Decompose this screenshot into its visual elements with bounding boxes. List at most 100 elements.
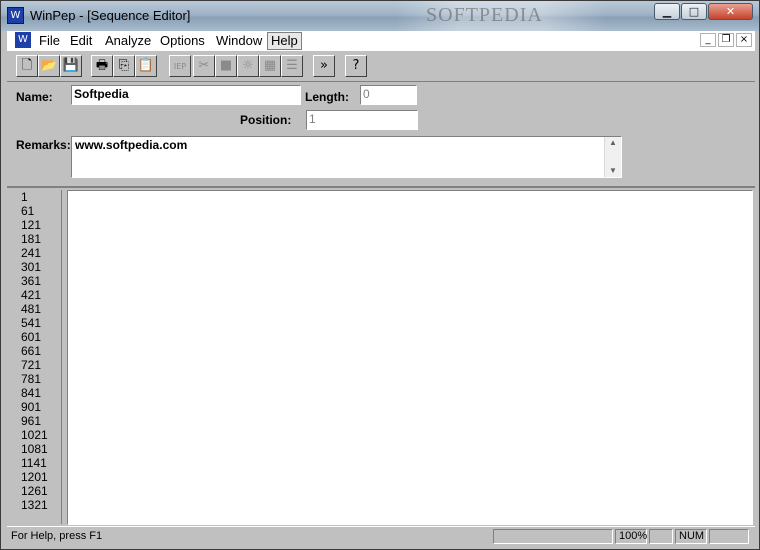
sun-icon: ☼ xyxy=(242,58,254,73)
line-number: 421 xyxy=(21,288,42,302)
status-zoom: 100% xyxy=(615,529,647,544)
grid-icon: ▦ xyxy=(263,58,277,73)
new-button[interactable]: 🗋 xyxy=(16,55,38,77)
document-icon[interactable]: W xyxy=(15,32,31,48)
remarks-text: www.softpedia.com xyxy=(75,138,188,152)
toolbar: 🗋 📂 💾 🖶 ⎘ 📋 IEP ✂ ■ ☼ ▦ ☰ »? xyxy=(7,52,755,82)
line-number: 361 xyxy=(21,274,42,288)
cut-button[interactable]: ✂ xyxy=(193,55,215,77)
menu-help[interactable]: Help xyxy=(267,32,302,50)
remarks-label: Remarks: xyxy=(16,138,71,152)
line-number: 841 xyxy=(21,386,42,400)
minimize-button[interactable]: ▁ xyxy=(654,3,680,20)
line-number: 1321 xyxy=(21,498,48,512)
status-pane-blank-2 xyxy=(649,529,673,544)
print-icon: 🖶 xyxy=(95,58,109,73)
grid-button[interactable]: ▦ xyxy=(259,55,281,77)
menu-edit[interactable]: Edit xyxy=(67,33,95,49)
iep-button[interactable]: IEP xyxy=(169,55,191,77)
status-pane-blank xyxy=(493,529,613,544)
menu-window[interactable]: Window xyxy=(213,33,265,49)
print-button[interactable]: 🖶 xyxy=(91,55,113,77)
title-bar[interactable]: SOFTPEDIA W WinPep - [Sequence Editor] ▁… xyxy=(1,1,759,31)
paste-icon: 📋 xyxy=(137,58,155,73)
save-button[interactable]: 💾 xyxy=(60,55,82,77)
line-number: 301 xyxy=(21,260,42,274)
menu-options[interactable]: Options xyxy=(157,33,208,49)
line-number: 541 xyxy=(21,316,42,330)
close-button[interactable]: ✕ xyxy=(708,3,753,20)
help-icon: ? xyxy=(352,58,360,73)
window-title: WinPep - [Sequence Editor] xyxy=(30,8,191,23)
help-button[interactable]: ? xyxy=(345,55,367,77)
copy-button[interactable]: ⎘ xyxy=(113,55,135,77)
close-icon: × xyxy=(739,34,749,45)
line-number: 781 xyxy=(21,372,42,386)
sun-button[interactable]: ☼ xyxy=(237,55,259,77)
minimize-icon: _ xyxy=(705,34,711,45)
line-number-column: 1 61 121 181 241 301 361 421 481 541 601 661 721 781 8… xyxy=(9,190,62,524)
scroll-down-icon[interactable]: ▼ xyxy=(605,165,621,177)
list-button[interactable]: ☰ xyxy=(281,55,303,77)
line-number: 1 xyxy=(21,190,28,204)
close-icon: ✕ xyxy=(725,5,736,18)
name-label: Name: xyxy=(16,90,53,104)
minimize-icon: ▁ xyxy=(662,5,672,18)
scroll-up-icon[interactable]: ▲ xyxy=(605,137,621,149)
maximize-icon: □ xyxy=(688,5,700,18)
doc-close-button[interactable]: × xyxy=(736,33,752,47)
line-number: 661 xyxy=(21,344,42,358)
remarks-field[interactable]: www.softpedia.com ▲ ▼ xyxy=(71,136,622,178)
position-label: Position: xyxy=(240,113,292,127)
name-field[interactable]: Softpedia xyxy=(71,85,301,105)
app-icon[interactable]: W xyxy=(7,7,24,24)
block-button[interactable]: ■ xyxy=(215,55,237,77)
copy-icon: ⎘ xyxy=(118,58,130,73)
menu-analyze[interactable]: Analyze xyxy=(102,33,154,49)
forward-icon: » xyxy=(320,58,328,73)
menu-bar: W File Edit Analyze Options Window Help … xyxy=(7,31,755,52)
block-icon: ■ xyxy=(219,58,233,73)
line-number: 1141 xyxy=(21,456,47,470)
status-bar: For Help, press F1 100% NUM xyxy=(7,526,755,546)
doc-restore-button[interactable]: ❐ xyxy=(718,33,734,47)
line-number: 121 xyxy=(21,218,42,232)
forward-button[interactable]: » xyxy=(313,55,335,77)
remarks-scrollbar[interactable]: ▲ ▼ xyxy=(604,137,621,177)
line-number: 601 xyxy=(21,330,42,344)
line-number: 1081 xyxy=(21,442,48,456)
sequence-text-area[interactable] xyxy=(67,190,753,525)
line-number: 181 xyxy=(21,232,42,246)
doc-minimize-button[interactable]: _ xyxy=(700,33,716,47)
new-icon: 🗋 xyxy=(21,58,33,73)
line-number: 481 xyxy=(21,302,42,316)
restore-icon: ❐ xyxy=(721,34,731,45)
paste-button[interactable]: 📋 xyxy=(135,55,157,77)
caption-buttons: ▁ □ ✕ xyxy=(653,3,753,21)
cut-icon: ✂ xyxy=(198,58,210,73)
line-number: 901 xyxy=(21,400,42,414)
menu-file[interactable]: File xyxy=(36,33,63,49)
status-pane-blank-3 xyxy=(709,529,749,544)
list-icon: ☰ xyxy=(286,58,298,73)
sequence-editor: 1 61 121 181 241 301 361 421 481 541 601 661 721 781 8… xyxy=(7,186,755,527)
iep-icon: IEP xyxy=(173,62,187,71)
open-button[interactable]: 📂 xyxy=(38,55,60,77)
status-num: NUM xyxy=(675,529,707,544)
line-number: 1021 xyxy=(21,428,48,442)
main-window: SOFTPEDIA W WinPep - [Sequence Editor] ▁… xyxy=(0,0,760,550)
length-label: Length: xyxy=(305,90,349,104)
maximize-button[interactable]: □ xyxy=(681,3,707,20)
length-field: 0 xyxy=(360,85,417,105)
position-field[interactable]: 1 xyxy=(306,110,418,130)
status-help-text: For Help, press F1 xyxy=(11,530,103,542)
line-number: 1201 xyxy=(21,470,48,484)
line-number: 721 xyxy=(21,358,42,372)
line-number: 1261 xyxy=(21,484,48,498)
document-window-buttons: _ ❐ × xyxy=(698,33,752,47)
save-icon: 💾 xyxy=(62,58,80,73)
open-icon: 📂 xyxy=(40,58,58,73)
sequence-form: Name: Softpedia Length: 0 Position: 1 Re… xyxy=(7,82,755,184)
watermark: SOFTPEDIA xyxy=(396,1,606,31)
line-number: 241 xyxy=(21,246,42,260)
